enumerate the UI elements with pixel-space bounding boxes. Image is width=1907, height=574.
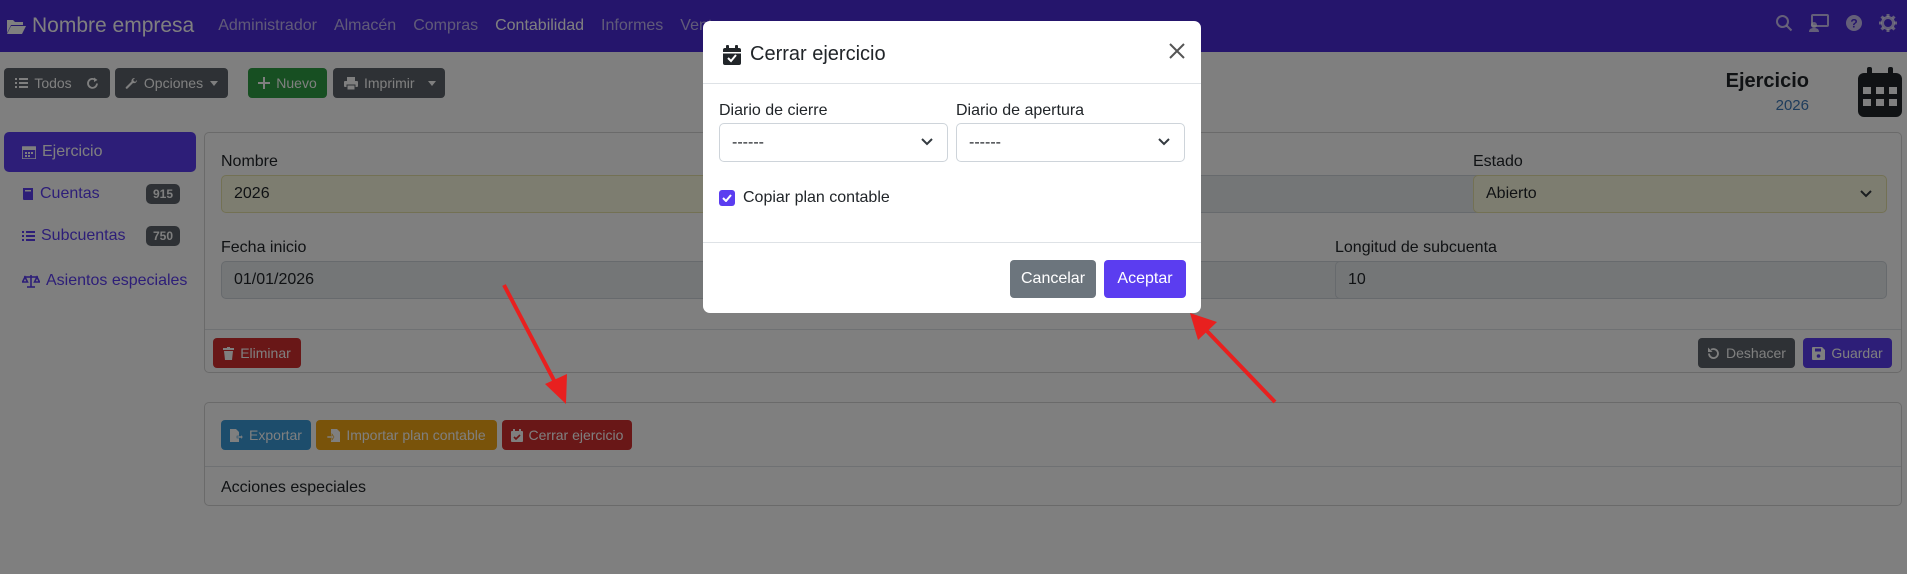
- annotation-arrow: [1190, 313, 1277, 404]
- annotation-arrow: [502, 284, 567, 404]
- annotation-arrows: [502, 284, 1277, 404]
